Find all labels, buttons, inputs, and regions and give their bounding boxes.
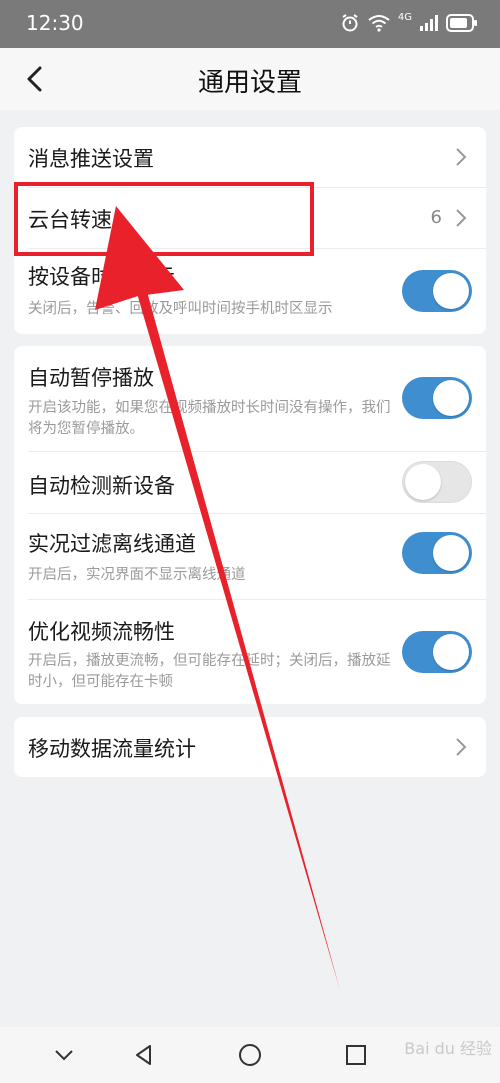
ptz-speed-value: 6 xyxy=(430,207,442,228)
chevron-right-icon xyxy=(456,209,467,227)
wifi-icon xyxy=(368,15,390,32)
smooth-video-label: 优化视频流畅性 xyxy=(28,620,175,644)
toggle-knob xyxy=(405,464,441,500)
alarm-icon xyxy=(342,14,358,32)
settings-group-2: 自动暂停播放 开启该功能，如果您在视频播放时长时间没有操作，我们将为您暂停播放。… xyxy=(14,346,486,704)
smooth-video-row: 优化视频流畅性 开启后，播放更流畅，但可能存在延时；关闭后，播放延时小，但可能存… xyxy=(14,600,486,704)
auto-pause-label: 自动暂停播放 xyxy=(28,366,154,390)
offline-filter-label: 实况过滤离线通道 xyxy=(28,532,196,556)
push-settings-label: 消息推送设置 xyxy=(28,147,154,171)
page-title: 通用设置 xyxy=(197,68,302,98)
chevron-right-icon xyxy=(456,148,467,166)
auto-pause-desc: 开启该功能，如果您在视频播放时长时间没有操作，我们将为您暂停播放。 xyxy=(28,400,391,437)
back-triangle-icon[interactable] xyxy=(130,1041,158,1069)
data-usage-label: 移动数据流量统计 xyxy=(28,737,196,761)
ptz-speed-row[interactable]: 云台转速 6 xyxy=(14,188,486,248)
toggle-knob xyxy=(433,380,469,416)
status-bar: 12:30 4G xyxy=(0,0,500,48)
auto-detect-toggle[interactable] xyxy=(402,461,472,503)
ptz-speed-label: 云台转速 xyxy=(28,208,112,232)
smooth-video-toggle[interactable] xyxy=(402,631,472,673)
auto-pause-toggle[interactable] xyxy=(402,377,472,419)
auto-detect-row: 自动检测新设备 xyxy=(14,452,486,512)
settings-group-3: 移动数据流量统计 xyxy=(14,717,486,777)
status-icons: 4G xyxy=(340,11,478,35)
battery-icon xyxy=(446,14,477,32)
network-type-label: 4G xyxy=(397,12,412,23)
timezone-display-row: 按设备时区显示 关闭后，告警、回放及呼叫时间按手机时区显示 xyxy=(14,249,486,334)
system-nav-bar: Bai du 经验 xyxy=(0,1027,500,1083)
toggle-knob xyxy=(433,273,469,309)
settings-group-1: 消息推送设置 云台转速 6 按设备时区显示 关闭后，告警、回放及呼叫时间按手机时… xyxy=(14,127,486,334)
push-settings-row[interactable]: 消息推送设置 xyxy=(14,127,486,187)
toggle-knob xyxy=(433,634,469,670)
chevron-right-icon xyxy=(456,738,467,756)
toggle-knob xyxy=(433,535,469,571)
timezone-display-label: 按设备时区显示 xyxy=(28,265,175,289)
title-bar: 通用设置 xyxy=(0,48,500,110)
timezone-display-toggle[interactable] xyxy=(402,270,472,312)
offline-filter-row: 实况过滤离线通道 开启后，实况界面不显示离线通道 xyxy=(14,514,486,599)
recents-square-icon[interactable] xyxy=(342,1041,370,1069)
offline-filter-toggle[interactable] xyxy=(402,532,472,574)
offline-filter-desc: 开启后，实况界面不显示离线通道 xyxy=(28,567,246,583)
home-circle-icon[interactable] xyxy=(236,1041,264,1069)
status-time: 12:30 xyxy=(26,11,84,35)
watermark-text: Bai du 经验 xyxy=(404,1039,492,1058)
collapse-down-icon[interactable] xyxy=(50,1041,78,1069)
timezone-display-desc: 关闭后，告警、回放及呼叫时间按手机时区显示 xyxy=(28,301,333,317)
signal-icon xyxy=(420,15,438,31)
smooth-video-desc: 开启后，播放更流畅，但可能存在延时；关闭后，播放延时小，但可能存在卡顿 xyxy=(28,653,391,690)
auto-pause-row: 自动暂停播放 开启该功能，如果您在视频播放时长时间没有操作，我们将为您暂停播放。 xyxy=(14,346,486,451)
data-usage-row[interactable]: 移动数据流量统计 xyxy=(14,717,486,777)
auto-detect-label: 自动检测新设备 xyxy=(28,474,175,498)
